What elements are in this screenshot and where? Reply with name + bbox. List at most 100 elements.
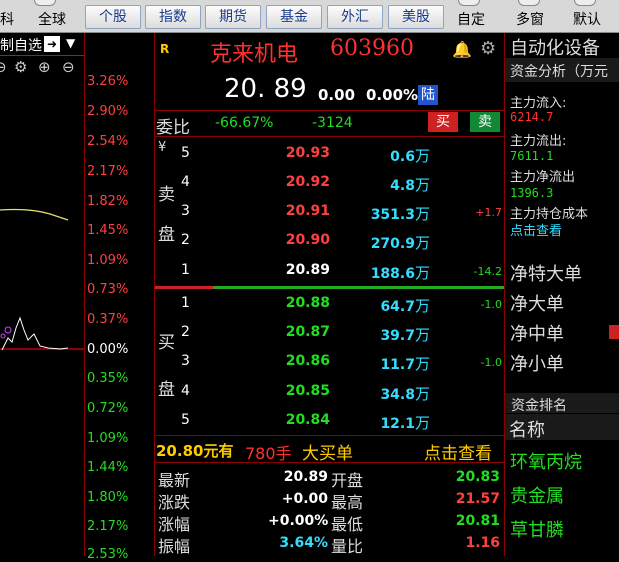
chart-controls: ⊖ ⚙ ⊕ ⊖ bbox=[0, 58, 84, 78]
gear-icon[interactable]: ⚙ bbox=[480, 38, 496, 59]
tab-stock[interactable]: 个股 bbox=[85, 5, 141, 29]
big-order-link[interactable]: 点击查看 bbox=[424, 439, 492, 464]
wan-unit: 万 bbox=[414, 355, 430, 373]
order-level: 3 bbox=[181, 203, 190, 219]
order-volume: 64.7万 bbox=[360, 295, 430, 316]
order-volume: 0.6万 bbox=[360, 145, 430, 166]
rank-title: 资金排名 bbox=[511, 398, 567, 414]
name-column-header[interactable]: 名称 bbox=[509, 416, 545, 442]
lock-icon[interactable]: ⊖ bbox=[0, 58, 7, 76]
wan-unit: 万 bbox=[414, 326, 430, 344]
volume-ratio-value: 1.16 bbox=[465, 535, 500, 551]
inflow-value: 6214.7 bbox=[510, 110, 554, 124]
toolbar-custom[interactable]: 自定 bbox=[457, 9, 485, 29]
rank-item-1[interactable]: 环氧丙烷 bbox=[510, 448, 582, 474]
default-icon bbox=[574, 0, 596, 6]
top-toolbar: 科 全球 个股 指数 期货 基金 外汇 美股 自定 多窗 默认 bbox=[0, 0, 619, 33]
high-label: 最高 bbox=[331, 493, 364, 512]
zoom-out-icon[interactable]: ⊖ bbox=[62, 58, 75, 76]
order-price[interactable]: 20.86 bbox=[250, 353, 330, 369]
tab-futures[interactable]: 期货 bbox=[205, 5, 261, 29]
toolbar-global[interactable]: 全球 bbox=[38, 9, 66, 29]
weibi-diff: -3124 bbox=[312, 115, 353, 131]
net-extra-large: 净特大单 bbox=[510, 264, 582, 285]
order-volume: 4.8万 bbox=[360, 174, 430, 195]
net-small: 净小单 bbox=[510, 354, 564, 375]
sector-name[interactable]: 自动化设备 bbox=[510, 34, 600, 60]
wan-unit: 万 bbox=[414, 147, 430, 165]
big-order-price: 20.80元有 bbox=[156, 442, 234, 460]
volume-ratio-label: 量比 bbox=[331, 537, 364, 556]
rank-item-3[interactable]: 草甘膦 bbox=[510, 516, 564, 542]
pct-axis-label: 1.80% bbox=[87, 490, 129, 505]
settings-icon[interactable]: ⚙ bbox=[14, 58, 27, 76]
open-label: 开盘 bbox=[331, 471, 364, 490]
order-change: -1.0 bbox=[480, 356, 502, 369]
net-medium-bar bbox=[609, 325, 619, 339]
wan-unit: 万 bbox=[414, 205, 430, 223]
order-level: 5 bbox=[181, 145, 190, 161]
toolbar-multi-window[interactable]: 多窗 bbox=[516, 9, 544, 29]
order-price[interactable]: 20.87 bbox=[250, 324, 330, 340]
order-change: -14.2 bbox=[473, 265, 502, 278]
pct-axis-label: 2.17% bbox=[87, 164, 129, 179]
bell-icon[interactable]: 🔔 bbox=[452, 40, 472, 59]
intraday-chart bbox=[0, 208, 69, 351]
order-price[interactable]: 20.90 bbox=[250, 232, 330, 248]
pct-axis-label: 0.00% bbox=[87, 342, 129, 357]
order-level: 2 bbox=[181, 232, 190, 248]
order-price[interactable]: 20.88 bbox=[250, 295, 330, 311]
open-value: 20.83 bbox=[455, 469, 500, 485]
chevron-down-icon[interactable]: ▼ bbox=[66, 36, 75, 50]
price-line bbox=[1, 316, 69, 351]
pct-axis-label: 2.90% bbox=[87, 104, 129, 119]
sell-button[interactable]: 卖 bbox=[470, 112, 500, 132]
multi-window-icon bbox=[518, 0, 540, 6]
watchlist-label[interactable]: 制自选 bbox=[0, 35, 42, 55]
tab-index[interactable]: 指数 bbox=[145, 5, 201, 29]
change-pct-value: +0.00% bbox=[268, 513, 329, 529]
change-value: +0.00 bbox=[281, 491, 328, 507]
order-level: 4 bbox=[181, 383, 190, 399]
buy-strength-bar bbox=[213, 286, 504, 289]
order-price[interactable]: 20.92 bbox=[250, 174, 330, 190]
pct-axis-label: 0.73% bbox=[87, 282, 129, 297]
latest-label: 最新 bbox=[158, 471, 191, 490]
toolbar-cut-label[interactable]: 科 bbox=[0, 9, 14, 29]
order-price[interactable]: 20.91 bbox=[250, 203, 330, 219]
buy-button[interactable]: 买 bbox=[428, 112, 458, 132]
buy-side-label-b: 盘 bbox=[158, 380, 175, 400]
pct-axis-label: 1.44% bbox=[87, 460, 129, 475]
pct-axis-label: 1.45% bbox=[87, 223, 129, 238]
rank-header: 资金排名 bbox=[505, 393, 619, 414]
zoom-in-icon[interactable]: ⊕ bbox=[38, 58, 51, 76]
stock-name: 克来机电 bbox=[210, 42, 299, 67]
low-label: 最低 bbox=[331, 515, 364, 534]
tab-forex[interactable]: 外汇 bbox=[327, 5, 383, 29]
order-price[interactable]: 20.84 bbox=[250, 412, 330, 428]
sell-strength-bar bbox=[155, 286, 213, 289]
change-label: 涨跌 bbox=[158, 493, 191, 512]
tab-fund[interactable]: 基金 bbox=[266, 5, 322, 29]
order-price[interactable]: 20.85 bbox=[250, 383, 330, 399]
pct-axis-label: 2.17% bbox=[87, 519, 129, 534]
price-change-pct: 0.00% bbox=[366, 86, 419, 104]
rank-name-header: 名称 bbox=[505, 414, 619, 442]
order-price[interactable]: 20.93 bbox=[250, 145, 330, 161]
toolbar-default[interactable]: 默认 bbox=[573, 9, 601, 29]
weibi-ratio: -66.67% bbox=[215, 115, 274, 131]
add-watchlist-icon[interactable]: ➜ bbox=[44, 36, 60, 52]
pct-axis-label: 1.09% bbox=[87, 431, 129, 446]
market-badge: 陆 bbox=[418, 85, 438, 105]
order-volume: 188.6万 bbox=[360, 262, 430, 283]
tab-us-stock[interactable]: 美股 bbox=[388, 5, 444, 29]
order-volume: 34.8万 bbox=[360, 383, 430, 404]
hold-cost-link[interactable]: 点击查看 bbox=[510, 220, 562, 239]
stock-code: 603960 bbox=[330, 36, 414, 61]
order-level: 1 bbox=[181, 262, 190, 278]
yen-icon: ¥ bbox=[158, 140, 167, 155]
order-volume: 39.7万 bbox=[360, 324, 430, 345]
order-price[interactable]: 20.89 bbox=[250, 262, 330, 278]
rank-item-2[interactable]: 贵金属 bbox=[510, 482, 564, 508]
order-level: 2 bbox=[181, 324, 190, 340]
